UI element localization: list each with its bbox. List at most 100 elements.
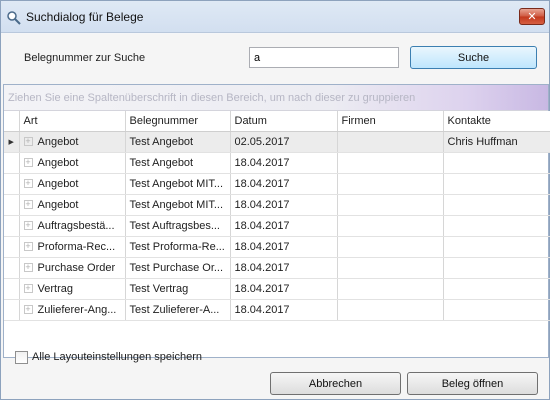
- cell-text: Angebot: [37, 198, 79, 211]
- plus-expander-icon[interactable]: +: [23, 242, 33, 252]
- cell-text: Test Auftragsbes...: [129, 219, 221, 232]
- cell-datum[interactable]: 18.04.2017: [230, 278, 338, 300]
- cell-datum[interactable]: 18.04.2017: [230, 194, 338, 216]
- row-indicator[interactable]: ▶: [4, 131, 20, 153]
- cell-datum[interactable]: 18.04.2017: [230, 299, 338, 321]
- plus-expander-icon[interactable]: +: [23, 158, 33, 168]
- cell-datum[interactable]: 18.04.2017: [230, 257, 338, 279]
- search-button[interactable]: Suche: [410, 46, 537, 69]
- group-by-panel[interactable]: Ziehen Sie eine Spaltenüberschrift in di…: [4, 85, 548, 111]
- cell-art[interactable]: + Proforma-Rec...: [19, 236, 126, 258]
- cell-belegnummer[interactable]: Test Auftragsbes...: [125, 215, 231, 237]
- cell-art[interactable]: + Angebot: [19, 173, 126, 195]
- cell-firmen[interactable]: [337, 152, 444, 174]
- table-row[interactable]: + Zulieferer-Ang... Test Zulieferer-A... 18…: [4, 299, 550, 321]
- cell-art[interactable]: + Zulieferer-Ang...: [19, 299, 126, 321]
- cell-art[interactable]: + Angebot: [19, 131, 126, 153]
- cell-belegnummer[interactable]: Test Angebot: [125, 152, 231, 174]
- plus-expander-icon[interactable]: +: [23, 179, 33, 189]
- cancel-button[interactable]: Abbrechen: [270, 372, 401, 395]
- cell-datum[interactable]: 18.04.2017: [230, 173, 338, 195]
- close-icon: ✕: [527, 11, 537, 23]
- plus-expander-icon[interactable]: +: [23, 305, 33, 315]
- cell-kontakte[interactable]: [443, 173, 550, 195]
- cell-kontakte[interactable]: [443, 215, 550, 237]
- cell-firmen[interactable]: [337, 173, 444, 195]
- cell-belegnummer[interactable]: Test Angebot MIT...: [125, 194, 231, 216]
- cell-datum[interactable]: 02.05.2017: [230, 131, 338, 153]
- cell-kontakte[interactable]: [443, 278, 550, 300]
- row-indicator[interactable]: [4, 278, 20, 300]
- cell-firmen[interactable]: [337, 278, 444, 300]
- cell-firmen[interactable]: [337, 236, 444, 258]
- table-row[interactable]: + Angebot Test Angebot MIT... 18.04.2017: [4, 173, 550, 195]
- open-document-button[interactable]: Beleg öffnen: [407, 372, 538, 395]
- column-header-firmen[interactable]: Firmen: [337, 111, 444, 132]
- cell-datum[interactable]: 18.04.2017: [230, 236, 338, 258]
- cell-text: 18.04.2017: [234, 198, 290, 211]
- table-row[interactable]: + Angebot Test Angebot 18.04.2017: [4, 152, 550, 174]
- cell-kontakte[interactable]: [443, 299, 550, 321]
- close-button[interactable]: ✕: [519, 8, 545, 25]
- table-row[interactable]: + Angebot Test Angebot MIT... 18.04.2017: [4, 194, 550, 216]
- table-row[interactable]: + Proforma-Rec... Test Proforma-Re... 18.04…: [4, 236, 550, 258]
- table-row[interactable]: ▶ + Angebot Test Angebot 02.05.2017 Chris Huf…: [4, 131, 550, 153]
- row-indicator[interactable]: [4, 215, 20, 237]
- cell-datum[interactable]: 18.04.2017: [230, 152, 338, 174]
- column-header-art[interactable]: Art: [19, 111, 126, 132]
- cell-text: 18.04.2017: [234, 240, 290, 253]
- cell-text: Auftragsbestä...: [37, 219, 115, 232]
- cell-kontakte[interactable]: [443, 236, 550, 258]
- search-input[interactable]: [249, 47, 399, 68]
- cell-kontakte[interactable]: [443, 257, 550, 279]
- cell-text: 18.04.2017: [234, 156, 290, 169]
- cell-text: Proforma-Rec...: [37, 240, 116, 253]
- cell-kontakte[interactable]: [443, 194, 550, 216]
- cell-text: Chris Huffman: [447, 135, 518, 148]
- cell-art[interactable]: + Auftragsbestä...: [19, 215, 126, 237]
- row-indicator[interactable]: [4, 173, 20, 195]
- column-header-datum[interactable]: Datum: [230, 111, 338, 132]
- row-indicator[interactable]: [4, 152, 20, 174]
- cell-text: Test Angebot: [129, 156, 194, 169]
- cell-kontakte[interactable]: [443, 152, 550, 174]
- cell-belegnummer[interactable]: Test Angebot MIT...: [125, 173, 231, 195]
- cell-firmen[interactable]: [337, 131, 444, 153]
- cell-kontakte[interactable]: Chris Huffman: [443, 131, 550, 153]
- cell-belegnummer[interactable]: Test Zulieferer-A...: [125, 299, 231, 321]
- cell-datum[interactable]: 18.04.2017: [230, 215, 338, 237]
- cell-firmen[interactable]: [337, 194, 444, 216]
- cell-firmen[interactable]: [337, 299, 444, 321]
- cell-belegnummer[interactable]: Test Proforma-Re...: [125, 236, 231, 258]
- plus-expander-icon[interactable]: +: [23, 137, 33, 147]
- cell-firmen[interactable]: [337, 215, 444, 237]
- column-header-kontakte[interactable]: Kontakte: [443, 111, 550, 132]
- cell-firmen[interactable]: [337, 257, 444, 279]
- cell-art[interactable]: + Vertrag: [19, 278, 126, 300]
- save-layout-checkbox[interactable]: [15, 351, 28, 364]
- row-indicator[interactable]: [4, 257, 20, 279]
- cell-art[interactable]: + Purchase Order: [19, 257, 126, 279]
- table-row[interactable]: + Purchase Order Test Purchase Or... 18.04.…: [4, 257, 550, 279]
- row-indicator[interactable]: [4, 236, 20, 258]
- save-layout-label: Alle Layouteinstellungen speichern: [32, 351, 203, 363]
- plus-expander-icon[interactable]: +: [23, 200, 33, 210]
- cell-belegnummer[interactable]: Test Angebot: [125, 131, 231, 153]
- plus-expander-icon[interactable]: +: [23, 263, 33, 273]
- plus-expander-icon[interactable]: +: [23, 284, 33, 294]
- table-row[interactable]: + Vertrag Test Vertrag 18.04.2017: [4, 278, 550, 300]
- cell-art[interactable]: + Angebot: [19, 152, 126, 174]
- cell-text: 18.04.2017: [234, 261, 290, 274]
- cell-belegnummer[interactable]: Test Vertrag: [125, 278, 231, 300]
- cell-text: Purchase Order: [37, 261, 116, 274]
- cell-art[interactable]: + Angebot: [19, 194, 126, 216]
- row-indicator[interactable]: [4, 299, 20, 321]
- table-row[interactable]: + Auftragsbestä... Test Auftragsbes... 18.0…: [4, 215, 550, 237]
- cell-text: Test Angebot: [129, 135, 194, 148]
- cell-belegnummer[interactable]: Test Purchase Or...: [125, 257, 231, 279]
- search-dialog-window: Suchdialog für Belege ✕ Belegnummer zur …: [0, 0, 550, 400]
- column-header-belegnummer[interactable]: Belegnummer: [125, 111, 231, 132]
- row-indicator[interactable]: [4, 194, 20, 216]
- window-title: Suchdialog für Belege: [26, 10, 144, 24]
- plus-expander-icon[interactable]: +: [23, 221, 33, 231]
